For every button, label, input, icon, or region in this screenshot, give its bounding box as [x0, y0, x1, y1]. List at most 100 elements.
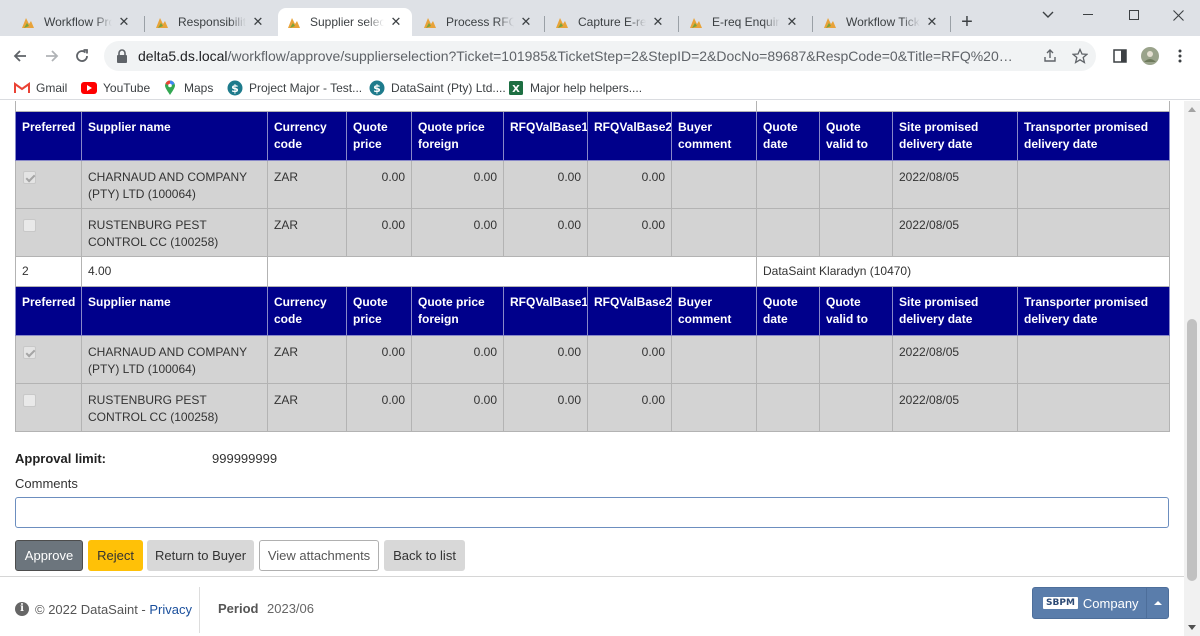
cell-quote-date [756, 335, 820, 384]
privacy-link[interactable]: Privacy [149, 602, 192, 617]
bookmark-youtube[interactable]: YouTube [81, 80, 150, 96]
tab-workflow-tickets[interactable]: Workflow Tickets ✕ [814, 8, 948, 36]
back-arrow-icon[interactable] [8, 44, 32, 68]
new-tab-button[interactable]: + [956, 12, 978, 34]
svg-text:$: $ [231, 82, 239, 95]
scroll-up-arrow-icon[interactable] [1188, 107, 1196, 112]
header-transporter-promised-date: Transporter promised delivery date [1017, 111, 1170, 161]
header-rfqvalbase1: RFQValBase1 [503, 286, 588, 336]
preferred-checkbox[interactable] [23, 346, 36, 359]
tab-search-chevron-icon[interactable] [1026, 0, 1070, 30]
profile-avatar-icon[interactable] [1138, 44, 1162, 68]
table-row: RUSTENBURG PEST CONTROL CC (100258) ZAR … [15, 208, 1170, 257]
forward-arrow-icon[interactable] [40, 44, 64, 68]
back-to-list-button[interactable]: Back to list [384, 540, 465, 571]
bookmark-label: Project Major - Test... [249, 81, 363, 95]
cell [756, 101, 1170, 112]
bookmark-label: Gmail [36, 81, 68, 95]
preferred-checkbox[interactable] [23, 171, 36, 184]
close-icon[interactable]: ✕ [784, 14, 800, 30]
cell-site-date: 2022/08/05 [892, 383, 1018, 432]
address-bar[interactable]: delta5.ds.local/workflow/approve/supplie… [104, 41, 1096, 71]
close-icon[interactable]: ✕ [388, 14, 404, 30]
cell-site-date: 2022/08/05 [892, 208, 1018, 257]
tab-process-rfq[interactable]: Process RFQ - ✕ [414, 8, 542, 36]
bookmark-label: Maps [184, 81, 214, 95]
cell-quote-date [756, 383, 820, 432]
return-to-buyer-button[interactable]: Return to Buyer [147, 540, 254, 571]
page-scrollbar[interactable] [1184, 101, 1200, 636]
bookmark-datasaint[interactable]: $ DataSaint (Pty) Ltd.... [369, 80, 506, 96]
sbpm-badge: SBPM [1043, 597, 1078, 609]
bookmark-project-major[interactable]: $ Project Major - Test... [227, 80, 362, 96]
supplier-selection-table: Preferred Supplier name Currency code Qu… [15, 101, 1170, 432]
maximize-icon[interactable] [1112, 0, 1156, 30]
youtube-icon [81, 80, 97, 96]
side-panel-icon[interactable] [1108, 44, 1132, 68]
bookmark-star-icon[interactable] [1072, 48, 1088, 64]
cell-supplier: CHARNAUD AND COMPANY (PTY) LTD (100064) [81, 335, 268, 384]
svg-text:$: $ [373, 82, 381, 95]
previous-line-row [15, 101, 1170, 112]
tab-supplier-selection[interactable]: Supplier selection ✕ [278, 8, 412, 36]
header-site-promised-date: Site promised delivery date [892, 111, 1018, 161]
close-icon[interactable]: ✕ [518, 14, 534, 30]
tab-workflow-progress[interactable]: Workflow Progress ✕ [12, 8, 140, 36]
info-icon[interactable]: i [15, 602, 29, 616]
bookmark-major-help[interactable]: X Major help helpers.... [508, 80, 642, 96]
cell-quote-date [756, 208, 820, 257]
approval-limit-value: 999999999 [212, 451, 278, 466]
tab-ereq-enquiry[interactable]: E-req Enquiry ✕ [680, 8, 808, 36]
bookmark-label: Major help helpers.... [530, 81, 643, 95]
close-icon[interactable]: ✕ [116, 14, 132, 30]
view-attachments-button[interactable]: View attachments [259, 540, 379, 571]
window-close-icon[interactable] [1156, 0, 1200, 30]
scrollbar-thumb[interactable] [1187, 319, 1197, 581]
scroll-down-arrow-icon[interactable] [1188, 625, 1196, 630]
cell-preferred [15, 208, 82, 257]
minimize-icon[interactable] [1066, 0, 1110, 30]
reject-button[interactable]: Reject [88, 540, 143, 571]
caret-up-icon[interactable] [1146, 588, 1168, 618]
tab-responsibility[interactable]: Responsibility Matrix ✕ [146, 8, 274, 36]
preferred-checkbox[interactable] [23, 394, 36, 407]
share-icon[interactable] [1042, 48, 1058, 64]
reload-icon[interactable] [70, 44, 94, 68]
line-info-row: 2 4.00 DataSaint Klaradyn (10470) [15, 256, 1170, 287]
cell-preferred [15, 160, 82, 209]
tab-separator [144, 16, 145, 32]
cell-transporter-date [1017, 383, 1170, 432]
header-quote-price: Quote price [346, 286, 412, 336]
maps-icon [162, 80, 178, 96]
header-site-promised-date: Site promised delivery date [892, 286, 1018, 336]
close-icon[interactable]: ✕ [650, 14, 666, 30]
tab-capture-ereq[interactable]: Capture E-requisition ✕ [546, 8, 674, 36]
comments-label: Comments [15, 476, 78, 491]
cell-buyer: DataSaint Klaradyn (10470) [756, 256, 1170, 287]
table-row: CHARNAUD AND COMPANY (PTY) LTD (100064) … [15, 160, 1170, 209]
bookmark-label: YouTube [103, 81, 151, 95]
datasaint-favicon-icon [20, 14, 36, 30]
header-currency-code: Currency code [267, 111, 347, 161]
close-icon[interactable]: ✕ [924, 14, 940, 30]
cell-buyer-comment [671, 383, 757, 432]
cell-rfq2: 0.00 [587, 160, 672, 209]
close-icon[interactable]: ✕ [250, 14, 266, 30]
bookmark-maps[interactable]: Maps [162, 80, 213, 96]
header-buyer-comment: Buyer comment [671, 286, 757, 336]
menu-kebab-icon[interactable] [1168, 44, 1192, 68]
header-quote-price-foreign: Quote price foreign [411, 286, 504, 336]
browser-tab-strip: Workflow Progress ✕ Responsibility Matri… [0, 0, 1200, 36]
bookmark-gmail[interactable]: Gmail [14, 80, 67, 96]
company-selector-button[interactable]: SBPM Company [1032, 587, 1169, 619]
comments-input[interactable] [15, 497, 1169, 528]
cell-rfq1: 0.00 [503, 335, 588, 384]
approve-button[interactable]: Approve [15, 540, 83, 571]
header-supplier-name: Supplier name [81, 111, 268, 161]
tab-separator [678, 16, 679, 32]
header-rfqvalbase2: RFQValBase2 [587, 111, 672, 161]
cell-quote-price: 0.00 [346, 160, 412, 209]
preferred-checkbox[interactable] [23, 219, 36, 232]
bookmarks-bar: Gmail YouTube Maps $ Project Major - Tes… [0, 76, 1200, 100]
cell-rfq2: 0.00 [587, 335, 672, 384]
